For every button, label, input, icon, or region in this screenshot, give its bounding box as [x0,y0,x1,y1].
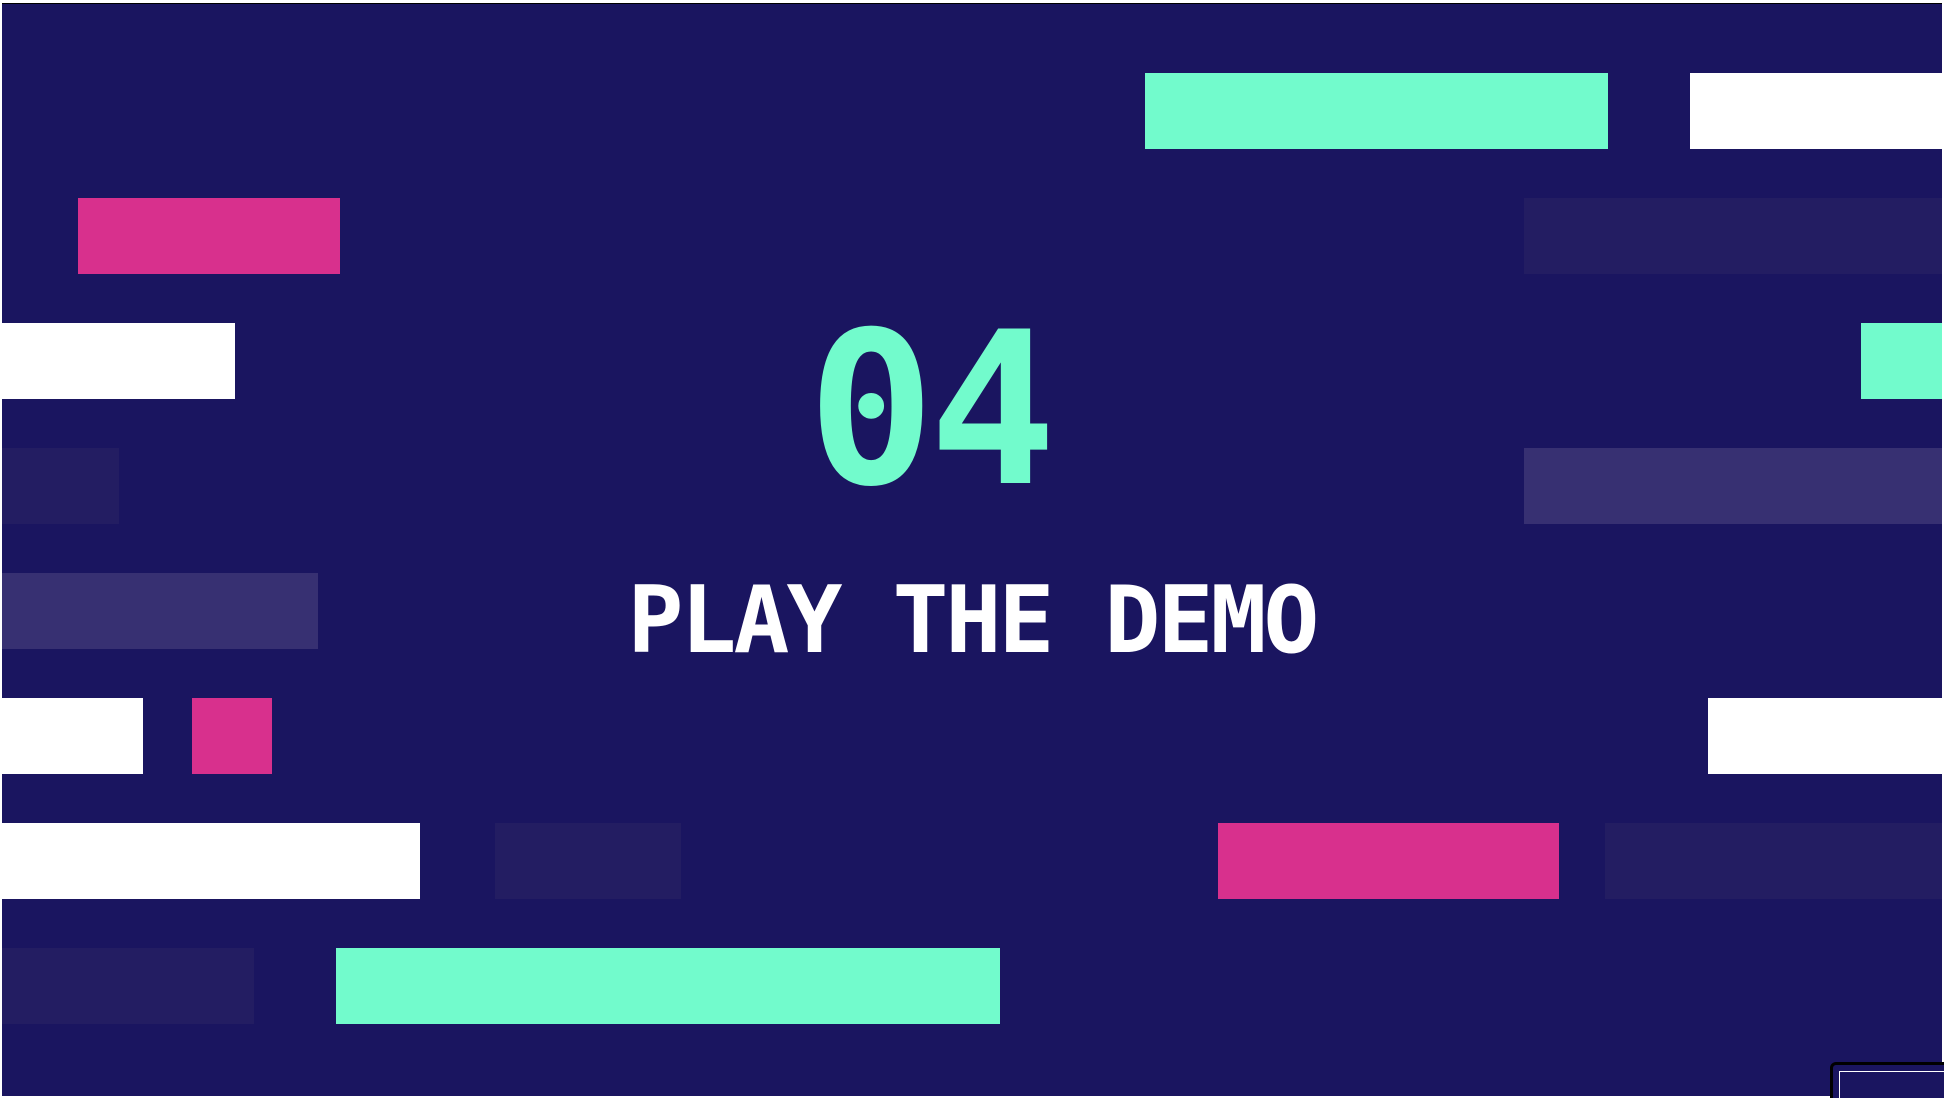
decor-bar-faint [495,823,681,899]
decor-bar-faint [2,948,254,1024]
decor-bar-white [2,823,420,899]
decor-bar-faint [1605,823,1942,899]
decor-bar-mint [1145,73,1608,149]
decor-bar-pink [1218,823,1559,899]
decor-bar-white [1690,73,1942,149]
corner-panel-handle[interactable] [1830,1062,1944,1098]
decor-bar-mint [1861,323,1942,399]
decor-bar-white [1708,698,1942,774]
decor-bar-faint [1524,198,1942,274]
slide-canvas: 04 PLAY THE DEMO [2,3,1942,1096]
decor-bar-pink [78,198,340,274]
slide-title: PLAY THE DEMO [627,566,1320,674]
decor-bar-mint [336,948,1000,1024]
slide-number: 04 [807,286,1056,533]
decor-bar-pink [192,698,272,774]
decor-bar-white [2,698,143,774]
